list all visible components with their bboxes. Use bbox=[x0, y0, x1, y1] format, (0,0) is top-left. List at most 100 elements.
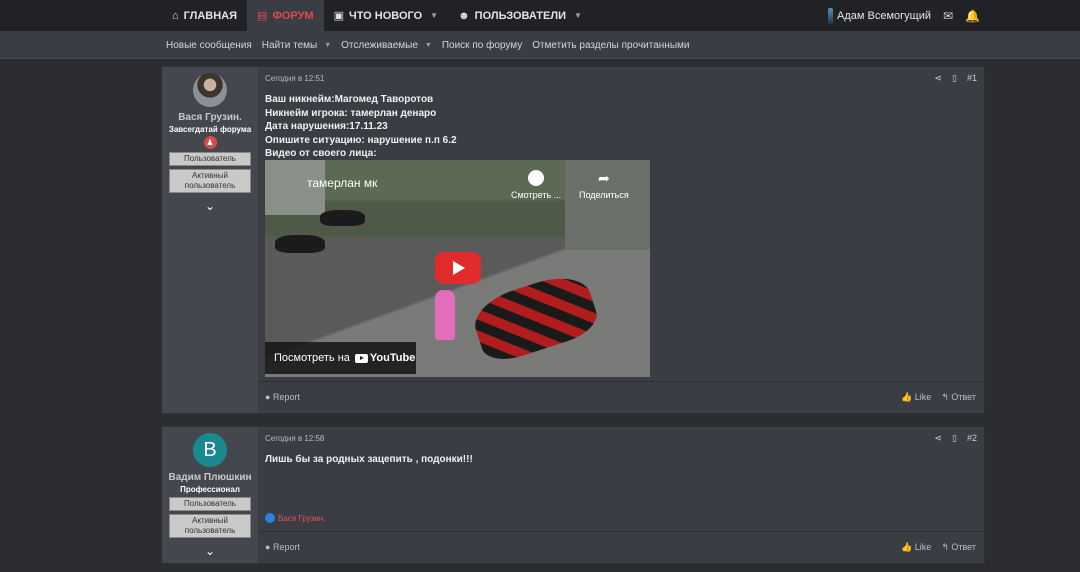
reply-button[interactable]: ↰ Ответ bbox=[941, 542, 976, 553]
role-banner: Активный пользователь bbox=[169, 514, 251, 538]
nav-home[interactable]: ⌂ ГЛАВНАЯ bbox=[162, 0, 247, 31]
video-scene bbox=[467, 268, 603, 367]
subnav-new-posts[interactable]: Новые сообщения bbox=[166, 40, 252, 51]
post-footer: ● Report 👍 Like ↰ Ответ bbox=[258, 531, 984, 563]
user-area: Адам Всемогущий ✉ 🔔 bbox=[828, 0, 980, 31]
post-line: Опишите ситуацию: нарушение п.п 6.2 bbox=[265, 134, 457, 146]
avatar bbox=[828, 7, 833, 24]
top-navigation-bar: ⌂ ГЛАВНАЯ ▤ ФОРУМ ▣ ЧТО НОВОГО ▼ ☻ ПОЛЬЗ… bbox=[0, 0, 1080, 31]
youtube-logo: YouTube bbox=[354, 352, 416, 364]
reply-label: Ответ bbox=[951, 542, 976, 552]
bookmark-icon[interactable]: ▯ bbox=[952, 73, 957, 84]
nav-forum-label: ФОРУМ bbox=[272, 9, 314, 22]
chevron-down-icon[interactable]: ▼ bbox=[425, 42, 432, 49]
users-icon: ☻ bbox=[458, 9, 470, 22]
like-button[interactable]: 👍 Like bbox=[901, 392, 931, 403]
reply-button[interactable]: ↰ Ответ bbox=[941, 392, 976, 403]
sub-navigation-bar: Новые сообщения Найти темы ▼ Отслеживаемы… bbox=[0, 31, 1080, 59]
video-title[interactable]: тамерлан мк bbox=[307, 176, 377, 190]
chevron-down-icon[interactable]: ⌄ bbox=[162, 199, 258, 213]
post-content: Сегодня в 12:58 ⋖ ▯ #2 Лишь бы за родных… bbox=[258, 427, 984, 563]
post-author[interactable]: Вадим Плюшкин bbox=[162, 472, 258, 483]
account-menu[interactable]: Адам Всемогущий bbox=[828, 7, 931, 24]
sub-nav: Новые сообщения Найти темы ▼ Отслеживаемы… bbox=[166, 31, 699, 59]
report-button[interactable]: ● Report bbox=[265, 542, 300, 552]
nav-whats-new-label: ЧТО НОВОГО bbox=[349, 9, 423, 22]
subnav-find-threads[interactable]: Найти темы ▼ bbox=[262, 40, 331, 51]
post-line: Лишь бы за родных зацепить , подонки!!! bbox=[265, 454, 473, 465]
chevron-down-icon[interactable]: ⌄ bbox=[162, 544, 258, 558]
share-icon[interactable]: ⋖ bbox=[934, 433, 942, 444]
video-scene bbox=[320, 210, 365, 226]
reply-label: Ответ bbox=[951, 392, 976, 402]
like-button[interactable]: 👍 Like bbox=[901, 542, 931, 553]
video-scene bbox=[275, 235, 325, 253]
chevron-down-icon[interactable]: ▼ bbox=[430, 11, 438, 20]
post-footer: ● Report 👍 Like ↰ Ответ bbox=[258, 381, 984, 413]
subnav-label: Новые сообщения bbox=[166, 39, 252, 51]
video-embed[interactable]: тамерлан мк Смотреть ... ➦ Поделиться По… bbox=[265, 160, 650, 377]
watch-on-label: Посмотреть на bbox=[274, 352, 350, 364]
account-name: Адам Всемогущий bbox=[837, 9, 931, 22]
post-actions: ⋖ ▯ #1 bbox=[934, 73, 977, 84]
nav-users[interactable]: ☻ ПОЛЬЗОВАТЕЛИ ▼ bbox=[448, 0, 592, 31]
post-number[interactable]: #1 bbox=[967, 73, 977, 84]
role-banner: Активный пользователь bbox=[169, 169, 251, 193]
reaction-summary[interactable]: Вася Грузин. bbox=[265, 513, 325, 523]
play-button[interactable] bbox=[435, 252, 481, 284]
chevron-down-icon[interactable]: ▼ bbox=[574, 11, 582, 20]
post-time[interactable]: Сегодня в 12:51 bbox=[265, 74, 324, 83]
clock-icon bbox=[528, 170, 545, 186]
main-nav: ⌂ ГЛАВНАЯ ▤ ФОРУМ ▣ ЧТО НОВОГО ▼ ☻ ПОЛЬЗ… bbox=[162, 0, 592, 31]
user-title: Профессионал bbox=[180, 485, 240, 494]
video-share-label: Поделиться bbox=[579, 190, 629, 200]
report-button[interactable]: ● Report bbox=[265, 392, 300, 402]
watch-later-button[interactable]: Смотреть ... bbox=[511, 170, 561, 200]
like-reaction-icon bbox=[265, 513, 275, 523]
forum-icon: ▤ bbox=[257, 10, 268, 22]
post-user-pane: В Вадим Плюшкин Профессионал Пользовател… bbox=[162, 427, 258, 563]
subnav-label: Поиск по форуму bbox=[441, 39, 523, 51]
youtube-brand: YouTube bbox=[369, 352, 416, 364]
avatar[interactable]: В bbox=[193, 433, 227, 467]
share-icon[interactable]: ⋖ bbox=[934, 73, 942, 84]
watch-on-youtube-button[interactable]: Посмотреть на YouTube bbox=[265, 342, 416, 374]
whats-new-icon: ▣ bbox=[333, 10, 344, 22]
like-label: Like bbox=[914, 392, 932, 402]
subnav-label: Отметить разделы прочитанными bbox=[532, 39, 690, 51]
post-time[interactable]: Сегодня в 12:58 bbox=[265, 434, 324, 443]
bell-icon[interactable]: 🔔 bbox=[965, 9, 980, 23]
post-body: Лишь бы за родных зацепить , подонки!!! bbox=[265, 453, 473, 467]
bookmark-icon[interactable]: ▯ bbox=[952, 433, 957, 444]
user-title: Завсегдатай форума bbox=[168, 125, 252, 134]
nav-forum[interactable]: ▤ ФОРУМ bbox=[247, 0, 324, 31]
post-author[interactable]: Вася Грузин. bbox=[162, 112, 258, 123]
reaction-user[interactable]: Вася Грузин. bbox=[278, 514, 325, 523]
role-banner: Пользователь bbox=[169, 497, 251, 511]
mail-icon[interactable]: ✉ bbox=[943, 9, 953, 23]
nav-users-label: ПОЛЬЗОВАТЕЛИ bbox=[474, 9, 566, 22]
subnav-watched[interactable]: Отслеживаемые ▼ bbox=[341, 40, 432, 51]
video-scene bbox=[435, 290, 455, 340]
post-footer-actions: 👍 Like ↰ Ответ bbox=[901, 542, 976, 553]
watch-later-label: Смотреть ... bbox=[511, 190, 562, 200]
post-line: Видео от своего лица: bbox=[265, 148, 377, 159]
post-user-pane: Вася Грузин. Завсегдатай форума ♟ Пользо… bbox=[162, 67, 258, 413]
report-label: Report bbox=[272, 542, 300, 552]
post-body: Ваш никнейм:Магомед Таворотов Никнейм иг… bbox=[265, 93, 457, 161]
like-label: Like bbox=[914, 542, 932, 552]
avatar[interactable] bbox=[193, 73, 227, 107]
subnav-mark-read[interactable]: Отметить разделы прочитанными bbox=[532, 40, 689, 51]
video-share-button[interactable]: ➦ Поделиться bbox=[579, 170, 629, 200]
subnav-label: Отслеживаемые bbox=[341, 39, 418, 51]
youtube-icon bbox=[354, 353, 368, 363]
subnav-search-forums[interactable]: Поиск по форуму bbox=[442, 40, 522, 51]
share-arrow-icon: ➦ bbox=[597, 170, 610, 186]
nav-home-label: ГЛАВНАЯ bbox=[183, 9, 238, 22]
home-icon: ⌂ bbox=[172, 9, 179, 22]
post-footer-actions: 👍 Like ↰ Ответ bbox=[901, 392, 976, 403]
chevron-down-icon[interactable]: ▼ bbox=[324, 42, 331, 49]
nav-whats-new[interactable]: ▣ ЧТО НОВОГО ▼ bbox=[324, 0, 449, 31]
post-number[interactable]: #2 bbox=[967, 433, 977, 444]
post-line: Никнейм игрока: тамерлан денаро bbox=[265, 107, 437, 119]
